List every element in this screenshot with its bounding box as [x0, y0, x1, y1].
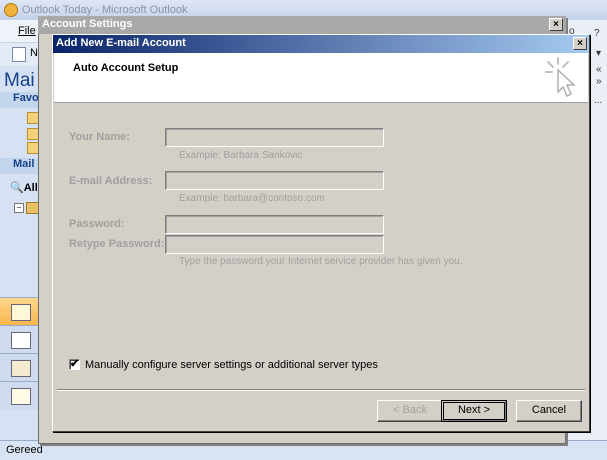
- retype-password-label: Retype Password:: [69, 238, 165, 250]
- new-button-label: N: [30, 47, 38, 59]
- wizard-heading: Auto Account Setup: [73, 62, 179, 74]
- calendar-icon: [11, 332, 31, 349]
- contacts-icon: [11, 360, 31, 377]
- account-settings-title: Account Settings: [42, 18, 133, 30]
- account-settings-close-button[interactable]: ×: [549, 18, 563, 31]
- chevron-left-icon[interactable]: «: [596, 64, 602, 75]
- your-name-label: Your Name:: [69, 131, 130, 143]
- manual-config-checkbox[interactable]: ✔: [69, 358, 80, 370]
- add-account-close-button[interactable]: ×: [573, 37, 587, 50]
- chevron-right-icon[interactable]: »: [596, 76, 602, 87]
- checkmark-icon: ✔: [70, 358, 80, 370]
- mailbox-tree-node[interactable]: −: [14, 201, 40, 215]
- account-settings-titlebar: Account Settings: [38, 16, 566, 34]
- manual-config-label[interactable]: Manually configure server settings or ad…: [85, 359, 378, 371]
- nav-button-contacts[interactable]: [0, 353, 42, 382]
- back-button[interactable]: < Back: [377, 400, 443, 422]
- collapse-icon[interactable]: −: [14, 203, 24, 213]
- nav-pane-title: Mai: [4, 70, 35, 91]
- cancel-button[interactable]: Cancel: [516, 400, 582, 422]
- your-name-hint: Example: Barbara Sankovic: [179, 150, 303, 161]
- email-address-field[interactable]: [165, 171, 384, 190]
- overflow-glyph[interactable]: ...: [594, 95, 602, 106]
- add-account-title: Add New E-mail Account: [56, 37, 186, 49]
- password-label: Password:: [69, 218, 125, 230]
- nav-button-mail[interactable]: [0, 297, 42, 326]
- auto-setup-cursor-icon: [545, 57, 576, 98]
- password-hint: Type the password your Internet service …: [179, 256, 463, 267]
- retype-password-field[interactable]: [165, 235, 384, 254]
- email-address-hint: Example: barbara@contoso.com: [179, 193, 325, 204]
- tasks-icon: [11, 388, 31, 405]
- password-field[interactable]: [165, 215, 384, 234]
- add-account-titlebar: Add New E-mail Account: [53, 35, 589, 53]
- envelope-icon: [11, 304, 31, 321]
- status-text: Gereed: [6, 444, 43, 456]
- all-mail-label: All: [23, 182, 38, 194]
- nav-button-calendar[interactable]: [0, 325, 42, 354]
- email-address-label: E-mail Address:: [69, 175, 153, 187]
- mail-folders-header[interactable]: Mail I: [0, 158, 42, 174]
- outlook-title: Outlook Today - Microsoft Outlook: [22, 4, 188, 16]
- next-button[interactable]: Next >: [441, 400, 507, 422]
- wizard-header: [54, 53, 588, 103]
- wizard-separator: [57, 389, 585, 391]
- dropdown-glyph[interactable]: ▾: [596, 48, 601, 59]
- search-icon: 🔍: [10, 182, 24, 194]
- menu-file[interactable]: File: [18, 25, 36, 37]
- your-name-field[interactable]: [165, 128, 384, 147]
- new-mail-icon: [12, 47, 26, 62]
- favorites-header[interactable]: Favo: [0, 92, 42, 108]
- help-glyph[interactable]: ?: [594, 28, 600, 39]
- nav-button-tasks[interactable]: [0, 381, 42, 410]
- outlook-app-icon[interactable]: [4, 3, 18, 17]
